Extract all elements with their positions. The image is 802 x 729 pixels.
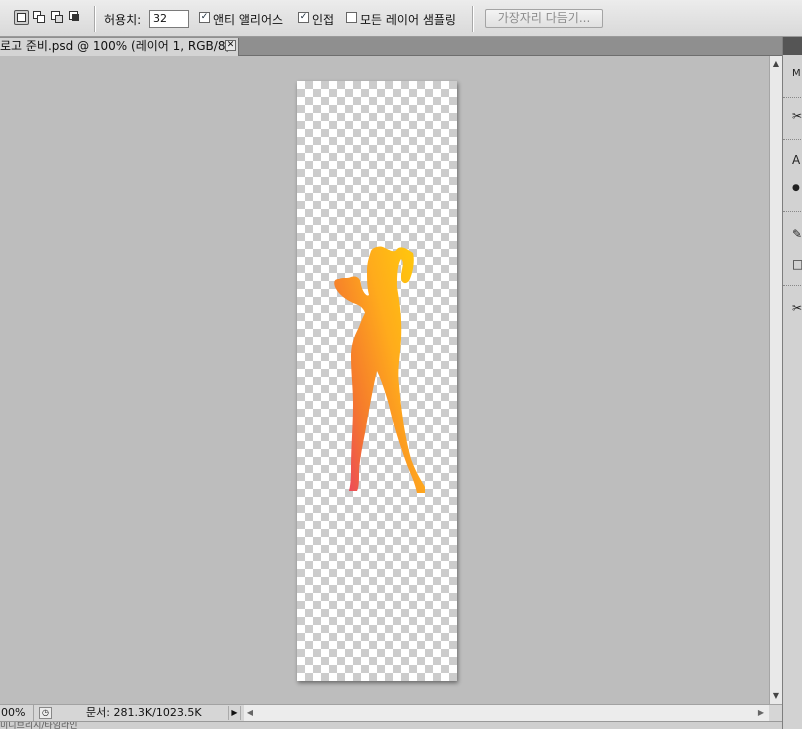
tolerance-label: 허용치: — [104, 13, 142, 27]
anti-alias-label: 앤티 앨리어스 — [213, 13, 284, 27]
scroll-left-icon[interactable]: ◀ — [244, 705, 256, 721]
character-icon[interactable]: A — [792, 153, 802, 167]
horizontal-scrollbar[interactable]: ◀ ▶ — [244, 705, 769, 721]
scroll-down-icon[interactable]: ▼ — [770, 690, 782, 702]
silhouette-figure — [334, 246, 425, 493]
separator — [472, 6, 474, 32]
right-panel-dock: M ✂ A ● ✎ □ ✂ — [782, 37, 802, 729]
adjust-tool-icon[interactable]: ✂ — [792, 301, 802, 315]
panel-divider — [783, 97, 802, 98]
options-bar: 허용치: 32 ✓ 앤티 앨리어스 ✓ 인접 모든 레이어 샘플링 가장자리 다… — [0, 0, 802, 37]
panel-divider — [783, 285, 802, 286]
mini-bridge-icon[interactable]: M — [792, 67, 802, 81]
contiguous-label: 인접 — [312, 13, 335, 27]
subtract-from-selection-button[interactable] — [50, 10, 65, 25]
clone-source-icon[interactable]: □ — [792, 257, 802, 271]
scroll-right-icon[interactable]: ▶ — [755, 705, 767, 721]
canvas-area[interactable] — [0, 56, 769, 704]
document-tab[interactable]: 로고 준비.psd @ 100% (레이어 1, RGB/8) — [0, 38, 239, 56]
document-canvas[interactable] — [297, 81, 457, 681]
panel-divider — [783, 139, 802, 140]
refine-edge-button[interactable]: 가장자리 다듬기... — [485, 9, 603, 28]
intersect-with-selection-button[interactable] — [68, 10, 83, 25]
contiguous-checkbox[interactable]: ✓ — [298, 12, 309, 23]
close-icon[interactable]: ✕ — [225, 40, 236, 51]
panel-divider — [783, 211, 802, 212]
anti-alias-checkbox[interactable]: ✓ — [199, 12, 210, 23]
document-tab-title: 로고 준비.psd @ 100% (레이어 1, RGB/8) — [0, 39, 231, 53]
sample-all-layers-checkbox[interactable] — [346, 12, 357, 23]
tool-presets-icon[interactable]: ✂ — [792, 109, 802, 123]
separator — [94, 6, 96, 32]
status-bar: 100% ◷ 문서: 281.3K/1023.5K ▶ ◀ ▶ — [0, 704, 782, 721]
add-to-selection-button[interactable] — [32, 10, 47, 25]
new-selection-button[interactable] — [14, 10, 29, 25]
document-info: 문서: 281.3K/1023.5K — [86, 706, 202, 719]
tolerance-input[interactable]: 32 — [149, 10, 189, 28]
status-menu-arrow-icon[interactable]: ▶ — [228, 706, 241, 720]
panel-header — [783, 37, 802, 55]
status-options-icon[interactable]: ◷ — [39, 707, 52, 719]
document-tab-bar: 로고 준비.psd @ 100% (레이어 1, RGB/8) ✕ — [0, 37, 782, 56]
sample-all-layers-label: 모든 레이어 샘플링 — [360, 13, 456, 27]
zoom-level[interactable]: 100% — [0, 705, 34, 721]
bottom-panel-label: 미니브리지/타임라인 — [0, 721, 78, 729]
brush-icon[interactable]: ✎ — [792, 227, 802, 241]
paragraph-icon[interactable]: ● — [792, 181, 802, 195]
scroll-up-icon[interactable]: ▲ — [770, 58, 782, 70]
vertical-scrollbar[interactable]: ▲ ▼ — [769, 56, 782, 704]
bottom-panel-strip: 미니브리지/타임라인 — [0, 721, 782, 729]
